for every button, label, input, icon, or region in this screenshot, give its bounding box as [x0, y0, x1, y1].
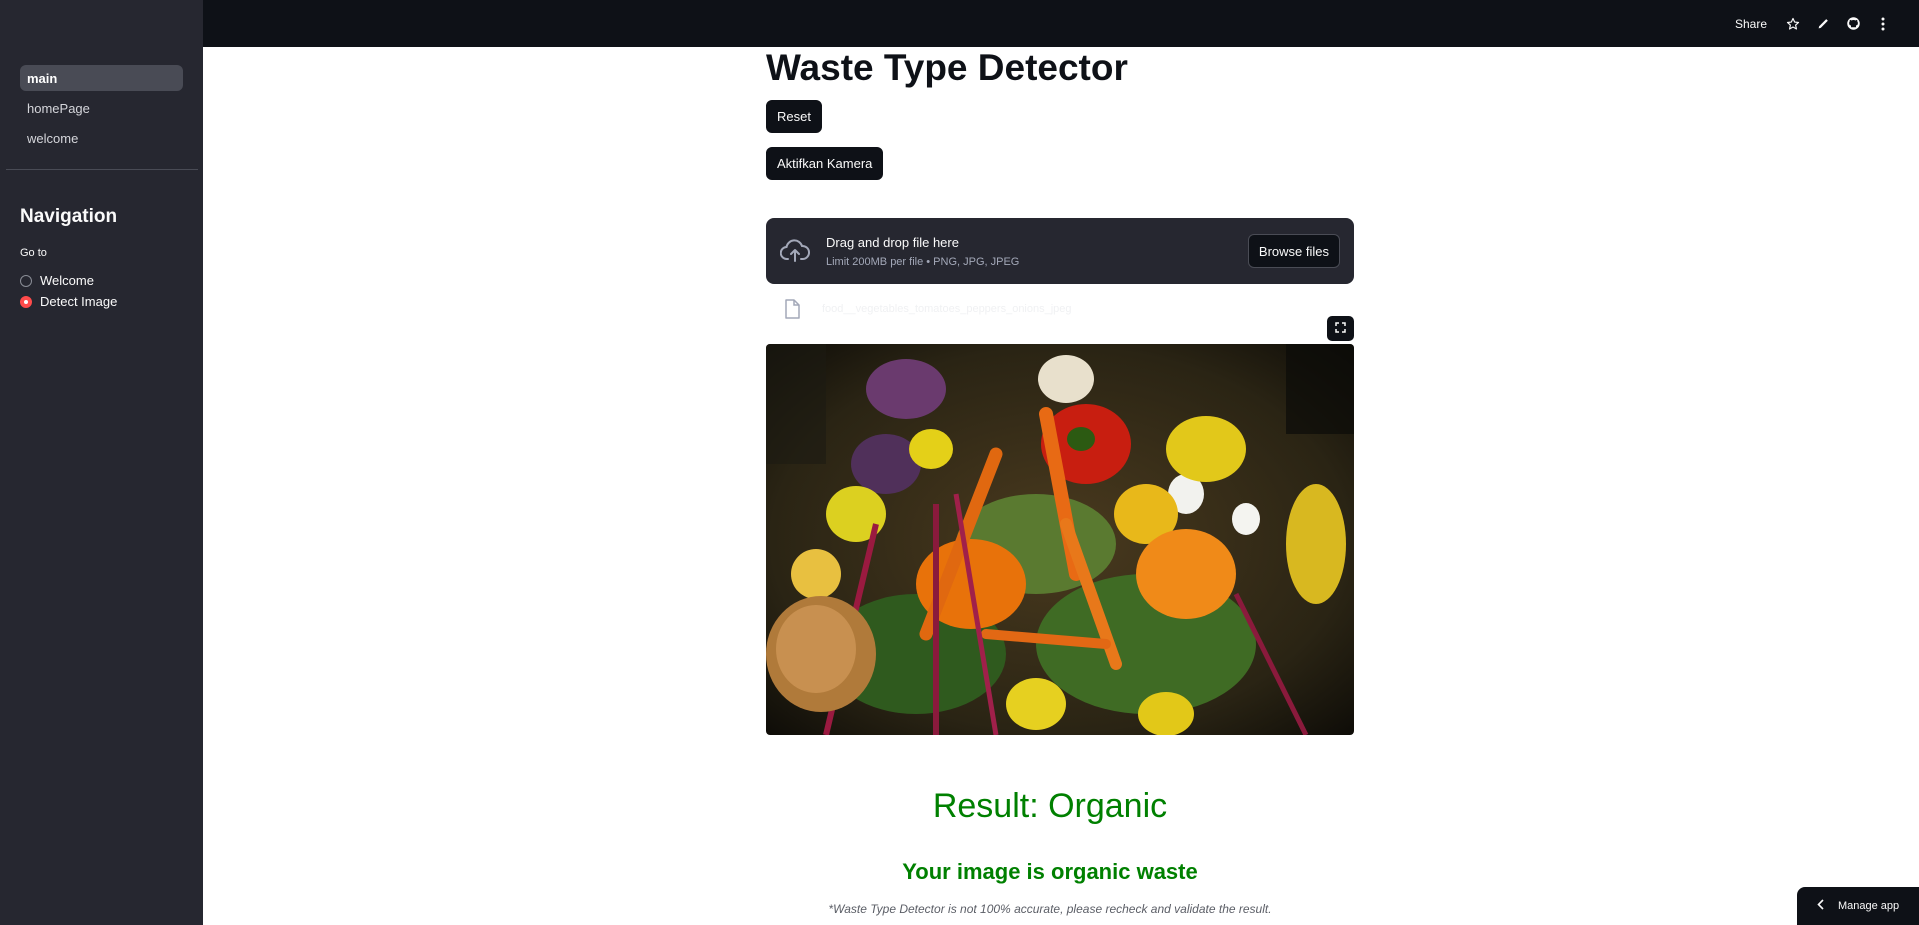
goto-label: Go to: [20, 247, 47, 259]
reset-button[interactable]: Reset: [766, 100, 822, 133]
cloud-upload-icon: [780, 239, 812, 263]
share-button[interactable]: Share: [1735, 17, 1767, 31]
file-uploader-dropzone[interactable]: Drag and drop file here Limit 200MB per …: [766, 218, 1354, 284]
radio-option-welcome[interactable]: Welcome: [20, 270, 117, 291]
uploader-limit-text: Limit 200MB per file • PNG, JPG, JPEG: [826, 255, 1020, 268]
accuracy-disclaimer: *Waste Type Detector is not 100% accurat…: [828, 902, 1272, 916]
sidebar: main homePage welcome Navigation Go to W…: [0, 0, 203, 925]
page-title: Waste Type Detector: [766, 47, 1128, 88]
top-actions: Share: [1735, 0, 1891, 47]
page-link-welcome[interactable]: welcome: [20, 125, 183, 151]
result-title: Result: Organic: [932, 787, 1168, 825]
result-subtitle: Your image is organic waste: [902, 859, 1198, 884]
sidebar-divider: [6, 169, 198, 170]
browse-files-button[interactable]: Browse files: [1247, 234, 1340, 268]
page-link-label: welcome: [27, 130, 79, 146]
uploaded-file-row: food__vegetables_tomatoes_peppers_onions…: [766, 297, 1354, 321]
top-bar: Share: [203, 0, 1919, 47]
navigation-radio-group: Welcome Detect Image: [20, 270, 117, 312]
manage-app-label: Manage app: [1838, 900, 1900, 912]
fullscreen-button[interactable]: [1327, 316, 1354, 341]
manage-app-button[interactable]: Manage app: [1797, 887, 1919, 925]
page-link-label: main: [27, 70, 58, 86]
uploaded-image: [766, 344, 1354, 735]
radio-label: Welcome: [40, 273, 94, 288]
star-icon[interactable]: [1785, 16, 1801, 32]
uploader-instructions: Drag and drop file here Limit 200MB per …: [826, 235, 1248, 268]
radio-option-detect-image[interactable]: Detect Image: [20, 291, 117, 312]
page-link-main[interactable]: main: [20, 65, 183, 91]
edit-icon[interactable]: [1815, 16, 1831, 32]
activate-camera-button[interactable]: Aktifkan Kamera: [766, 147, 884, 180]
page-nav: main homePage welcome: [20, 65, 183, 155]
navigation-heading: Navigation: [20, 206, 118, 227]
uploader-main-text: Drag and drop file here: [826, 234, 959, 250]
more-menu-icon[interactable]: [1875, 16, 1891, 32]
radio-unchecked-icon[interactable]: [20, 274, 32, 287]
page-link-homepage[interactable]: homePage: [20, 95, 183, 121]
github-icon[interactable]: [1845, 16, 1861, 32]
page-link-label: homePage: [27, 100, 90, 116]
file-icon: [784, 299, 800, 319]
uploaded-file-name: food__vegetables_tomatoes_peppers_onions…: [822, 303, 1072, 315]
chevron-left-icon: [1817, 899, 1824, 913]
fullscreen-icon: [1335, 320, 1346, 338]
radio-checked-icon[interactable]: [20, 295, 32, 308]
radio-label: Detect Image: [40, 294, 118, 309]
